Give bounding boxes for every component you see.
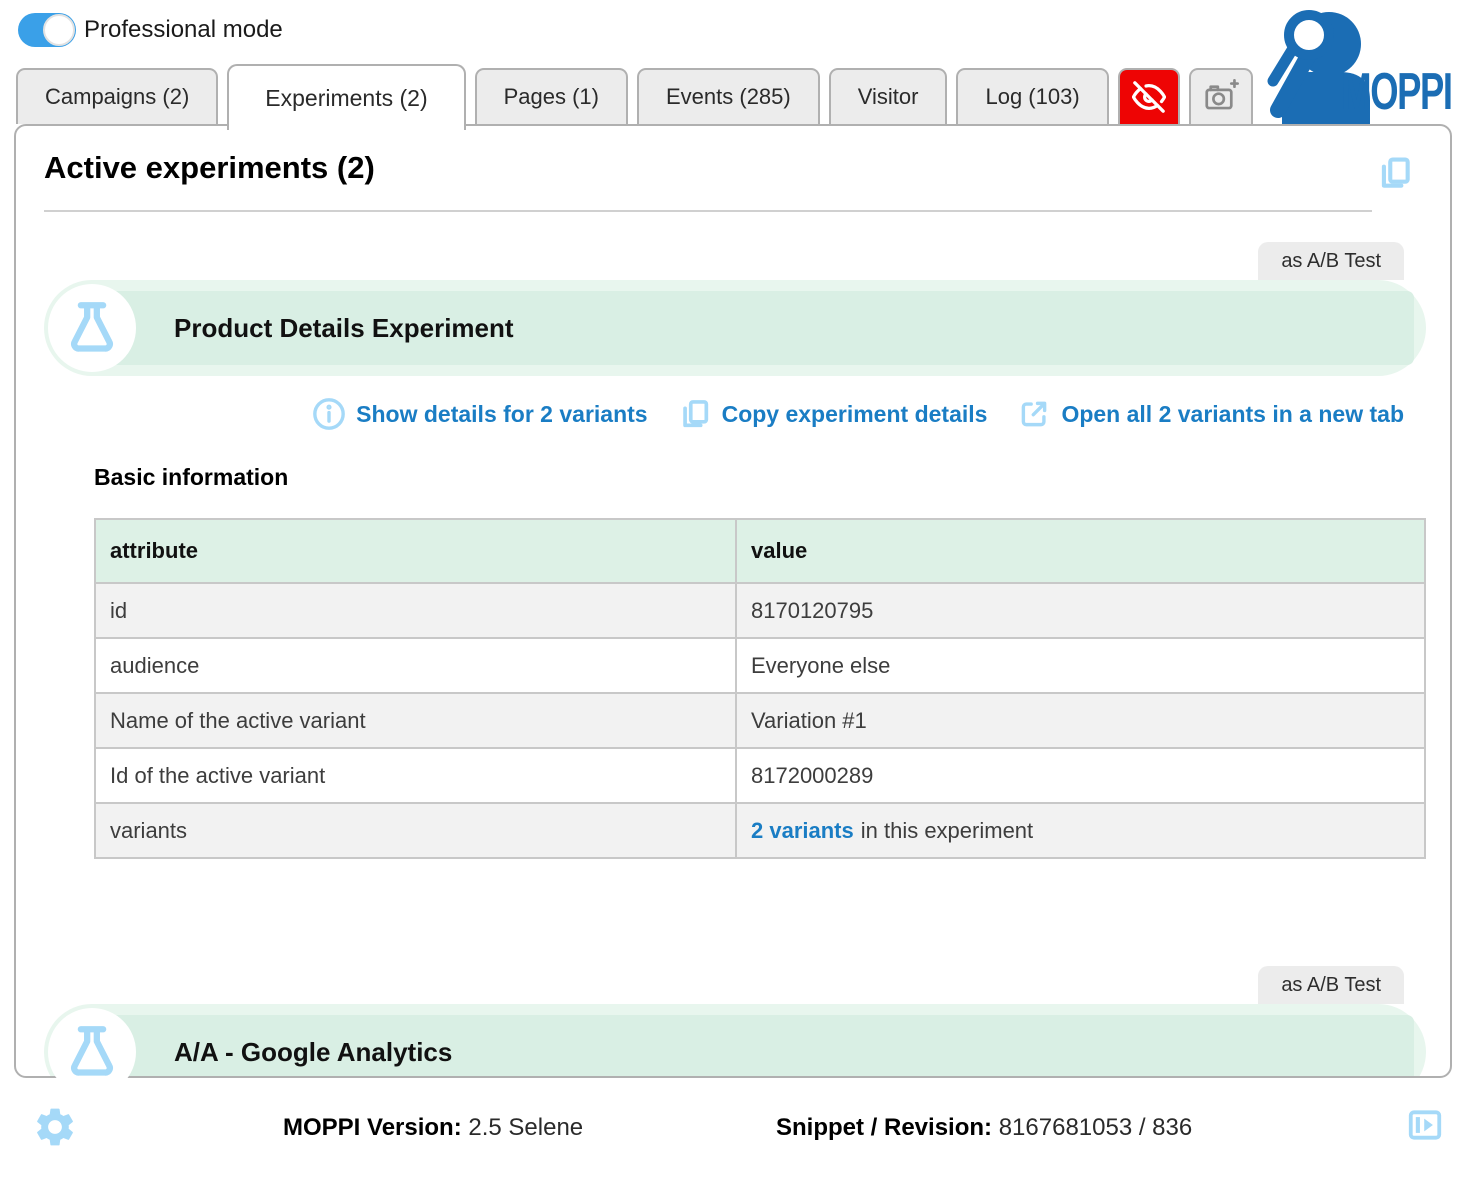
experiments-panel: Active experiments (2) as A/B Test Produ…: [14, 124, 1452, 1078]
attribute-cell: Name of the active variant: [95, 693, 736, 748]
attribute-cell: audience: [95, 638, 736, 693]
flask-icon-circle: [48, 1008, 136, 1096]
open-variants-label: Open all 2 variants in a new tab: [1061, 401, 1404, 428]
tab-bar: Campaigns (2) Experiments (2) Pages (1) …: [16, 68, 1253, 130]
flask-icon: [63, 1021, 121, 1083]
open-side-panel-icon[interactable]: [1406, 1106, 1444, 1144]
attribute-cell: Id of the active variant: [95, 748, 736, 803]
show-details-link[interactable]: Show details for 2 variants: [312, 397, 647, 431]
screenshot-button[interactable]: [1189, 68, 1253, 124]
table-row: variants 2 variants in this experiment: [95, 803, 1425, 858]
professional-mode-row: Professional mode: [18, 13, 283, 47]
disable-tracking-button[interactable]: [1118, 68, 1180, 124]
copy-experiment-label: Copy experiment details: [722, 401, 988, 428]
experiment-name: Product Details Experiment: [174, 280, 514, 376]
attribute-column-header: attribute: [95, 519, 736, 583]
table-row: audience Everyone else: [95, 638, 1425, 693]
version-value: 2.5 Selene: [468, 1114, 583, 1141]
tab-visitor[interactable]: Visitor: [829, 68, 948, 124]
flask-icon: [63, 297, 121, 359]
attribute-cell: variants: [95, 803, 736, 858]
experiment-banner[interactable]: Product Details Experiment: [44, 280, 1426, 376]
version-label: MOPPI Version:: [283, 1114, 462, 1141]
value-cell: 8172000289: [736, 748, 1425, 803]
open-variants-link[interactable]: Open all 2 variants in a new tab: [1017, 397, 1404, 431]
tab-events[interactable]: Events (285): [637, 68, 820, 124]
camera-plus-icon: [1202, 78, 1240, 116]
flask-icon-circle: [48, 284, 136, 372]
value-cell: 2 variants in this experiment: [736, 803, 1425, 858]
table-row: id 8170120795: [95, 583, 1425, 638]
snippet-label: Snippet / Revision:: [776, 1114, 992, 1141]
experiment-banner-clipped[interactable]: A/A - Google Analytics: [44, 1004, 1426, 1076]
tab-experiments[interactable]: Experiments (2): [227, 64, 465, 130]
title-divider: [44, 210, 1372, 212]
copy-experiment-link[interactable]: Copy experiment details: [678, 397, 988, 431]
table-header-row: attribute value: [95, 519, 1425, 583]
experiment-type-badge: as A/B Test: [1258, 966, 1404, 1004]
tab-campaigns[interactable]: Campaigns (2): [16, 68, 218, 124]
moppi-debugger-window: Professional mode MOPPI Campaigns (2) Ex…: [0, 0, 1466, 1180]
toggle-knob: [43, 14, 75, 46]
tab-pages[interactable]: Pages (1): [475, 68, 628, 124]
experiment-type-badge: as A/B Test: [1258, 242, 1404, 280]
copy-all-icon[interactable]: [1376, 154, 1414, 192]
basic-information-table: attribute value id 8170120795 audience E…: [94, 518, 1426, 859]
info-icon: [312, 397, 346, 431]
eye-off-icon: [1132, 80, 1166, 114]
settings-gear-icon[interactable]: [32, 1104, 78, 1150]
table-row: Name of the active variant Variation #1: [95, 693, 1425, 748]
basic-information-heading: Basic information: [94, 464, 288, 491]
variants-link-suffix: in this experiment: [861, 818, 1033, 843]
snippet-revision-text: Snippet / Revision: 8167681053 / 836: [776, 1114, 1192, 1142]
copy-icon: [678, 397, 712, 431]
moppi-logo-text: MOPPI: [1342, 62, 1452, 122]
experiment-actions-row: Show details for 2 variants Copy experim…: [312, 394, 1404, 434]
version-text: MOPPI Version: 2.5 Selene: [283, 1114, 583, 1142]
value-column-header: value: [736, 519, 1425, 583]
footer: MOPPI Version: 2.5 Selene Snippet / Revi…: [0, 1078, 1466, 1180]
value-cell: Everyone else: [736, 638, 1425, 693]
table-row: Id of the active variant 8172000289: [95, 748, 1425, 803]
experiment-name: A/A - Google Analytics: [174, 1004, 452, 1076]
external-link-icon: [1017, 397, 1051, 431]
professional-mode-label: Professional mode: [84, 16, 283, 44]
professional-mode-toggle[interactable]: [18, 13, 76, 47]
experiment-banner: A/A - Google Analytics: [44, 1004, 1426, 1076]
variants-link[interactable]: 2 variants: [751, 818, 854, 843]
value-cell: 8170120795: [736, 583, 1425, 638]
page-title: Active experiments (2): [44, 150, 375, 186]
snippet-value: 8167681053 / 836: [999, 1114, 1193, 1141]
attribute-cell: id: [95, 583, 736, 638]
value-cell: Variation #1: [736, 693, 1425, 748]
tab-log[interactable]: Log (103): [956, 68, 1108, 124]
show-details-label: Show details for 2 variants: [356, 401, 647, 428]
